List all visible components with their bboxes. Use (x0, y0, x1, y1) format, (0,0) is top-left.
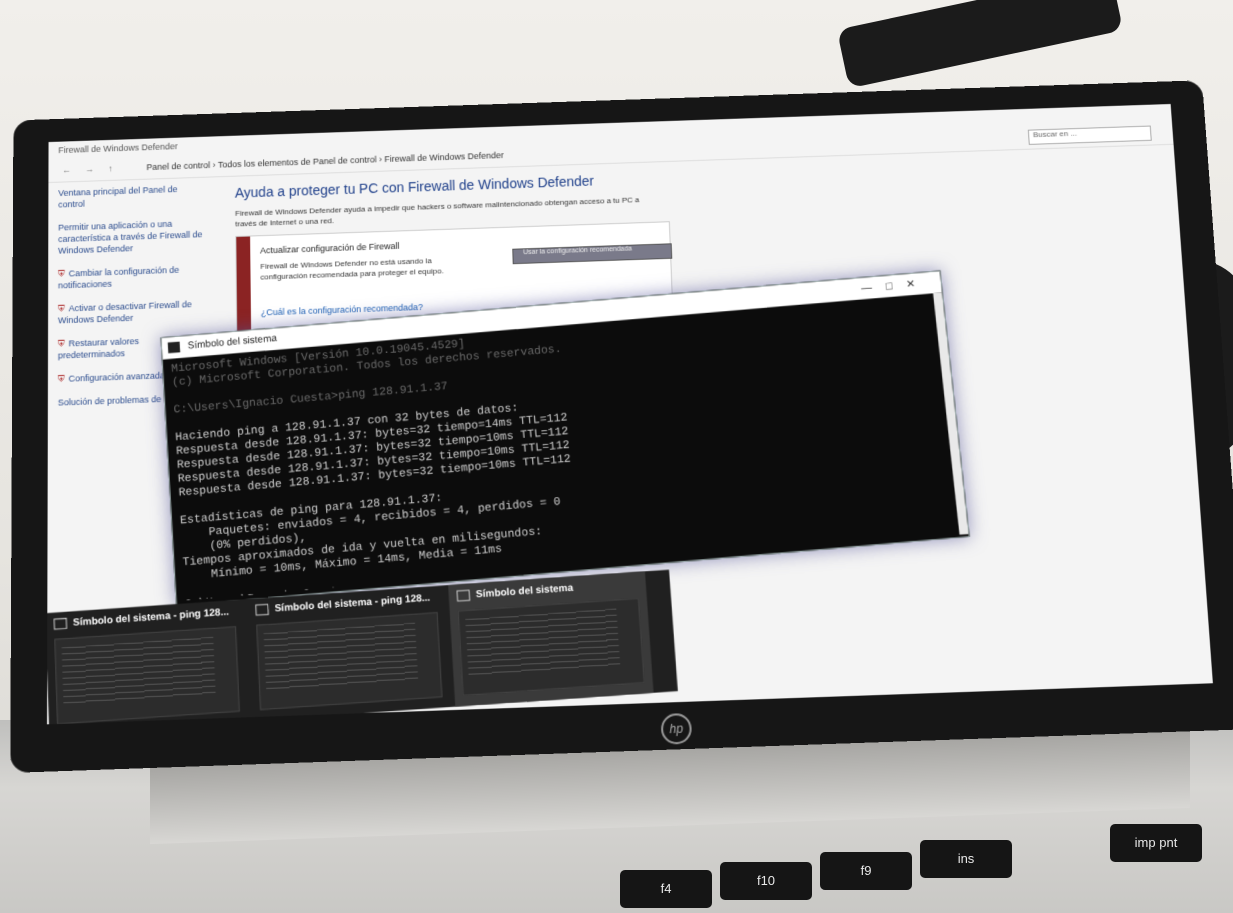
tray-icons[interactable]: ^ ⌂ ▭ ◉ 🔈 (1050, 695, 1146, 711)
alert-text: Firewall de Windows Defender no está usa… (260, 256, 444, 282)
keyboard-key[interactable]: f9 (820, 852, 912, 890)
cmd-icon (456, 589, 471, 602)
breadcrumb[interactable]: Panel de control › Todos los elementos d… (146, 150, 503, 172)
sidebar-item-label: Solución de problemas de red (57, 393, 177, 408)
sidebar-item-toggle-firewall[interactable]: ⛨ Activar o desactivar Firewall de Window… (58, 298, 206, 326)
cmd-icon (53, 617, 68, 630)
weather-icon[interactable] (948, 700, 964, 716)
thumbnail-preview (457, 598, 645, 696)
thumbnail-label: Símbolo del sistema - ping 128... (72, 606, 230, 629)
search-input[interactable]: Buscar en ... (1027, 125, 1152, 145)
cmd-title: Símbolo del sistema (187, 333, 278, 352)
settings-icon[interactable] (392, 722, 410, 725)
clock-date: 24/05/2024 (1158, 698, 1205, 711)
thumbnail-cmd-3[interactable]: Símbolo del sistema (448, 571, 654, 707)
thumbnail-preview (256, 612, 443, 711)
sidebar-item-label: Permitir una aplicación o una caracterís… (58, 218, 203, 256)
weather-text[interactable]: 27°C Soleado (972, 698, 1042, 713)
sidebar-item-label: Restaurar valores predeterminados (57, 336, 140, 361)
hp-logo: hp (660, 712, 693, 745)
thumbnail-label: Símbolo del sistema (475, 582, 574, 601)
alert-status-bar (236, 236, 252, 344)
shield-icon: ⛨ (57, 373, 65, 384)
sidebar-item-label: Configuración avanzada (68, 370, 166, 384)
keyboard-row: imp pnt ins f9 f10 f4 (520, 824, 1233, 913)
docs-icon[interactable] (362, 723, 379, 725)
page-title: Ayuda a proteger tu PC con Firewall de W… (234, 173, 595, 201)
thumbnail-preview (54, 626, 240, 725)
taskbar-thumbnail-preview: Símbolo del sistema - ping 128... Símbol… (47, 569, 678, 725)
taskbar-icons (57, 720, 454, 725)
sidebar-item-label: Cambiar la configuración de notificacion… (58, 264, 180, 291)
laptop-screen-bezel: Firewall de Windows Defender ← → ↑ Panel… (10, 80, 1233, 773)
desktop-screen: Firewall de Windows Defender ← → ↑ Panel… (47, 103, 1213, 725)
thumbnail-cmd-1[interactable]: Símbolo del sistema - ping 128... (47, 599, 248, 725)
nav-arrows-icon[interactable]: ← → ↑ (62, 163, 118, 174)
use-recommended-button[interactable]: Usar la configuración recomendada (512, 243, 673, 265)
thumbnail-cmd-2[interactable]: Símbolo del sistema - ping 128... (247, 585, 451, 721)
window-controls[interactable]: —□✕ (860, 272, 930, 299)
shield-icon: ⛨ (57, 338, 65, 349)
sidebar-item-home[interactable]: Ventana principal del Panel de control (58, 182, 205, 210)
sidebar-item-label: Activar o desactivar Firewall de Windows… (57, 299, 192, 326)
cmd-icon (255, 603, 269, 616)
sidebar-item-allow-app[interactable]: Permitir una aplicación o una caracterís… (58, 217, 206, 257)
address-bar[interactable]: ← → ↑ Panel de control › Todos los eleme… (48, 122, 1174, 183)
word-icon[interactable] (423, 721, 440, 725)
clock[interactable]: 12:47 p. m. 24/05/2024 (1158, 688, 1205, 712)
window-title: Firewall de Windows Defender (58, 141, 178, 156)
keyboard-key[interactable]: imp pnt (1110, 824, 1202, 862)
shield-icon: ⛨ (58, 268, 65, 279)
thumbnail-label: Símbolo del sistema - ping 128... (274, 592, 431, 615)
clock-time: 12:47 p. m. (1157, 687, 1204, 700)
cmd-icon (167, 341, 181, 354)
sidebar-item-label: Ventana principal del Panel de control (58, 184, 178, 210)
keyboard-key[interactable]: ins (920, 840, 1012, 878)
sidebar-item-notifications[interactable]: ⛨ Cambiar la configuración de notificacio… (58, 263, 206, 291)
shield-icon: ⛨ (57, 303, 65, 314)
system-tray: 27°C Soleado ^ ⌂ ▭ ◉ 🔈 12:47 p. m. 24/05… (948, 688, 1205, 720)
recommended-settings-link[interactable]: ¿Cuál es la configuración recomendada? (261, 302, 423, 317)
keyboard-key[interactable]: f4 (620, 870, 712, 908)
keyboard-key[interactable]: f10 (720, 862, 812, 900)
alert-title: Actualizar configuración de Firewall (260, 241, 400, 256)
